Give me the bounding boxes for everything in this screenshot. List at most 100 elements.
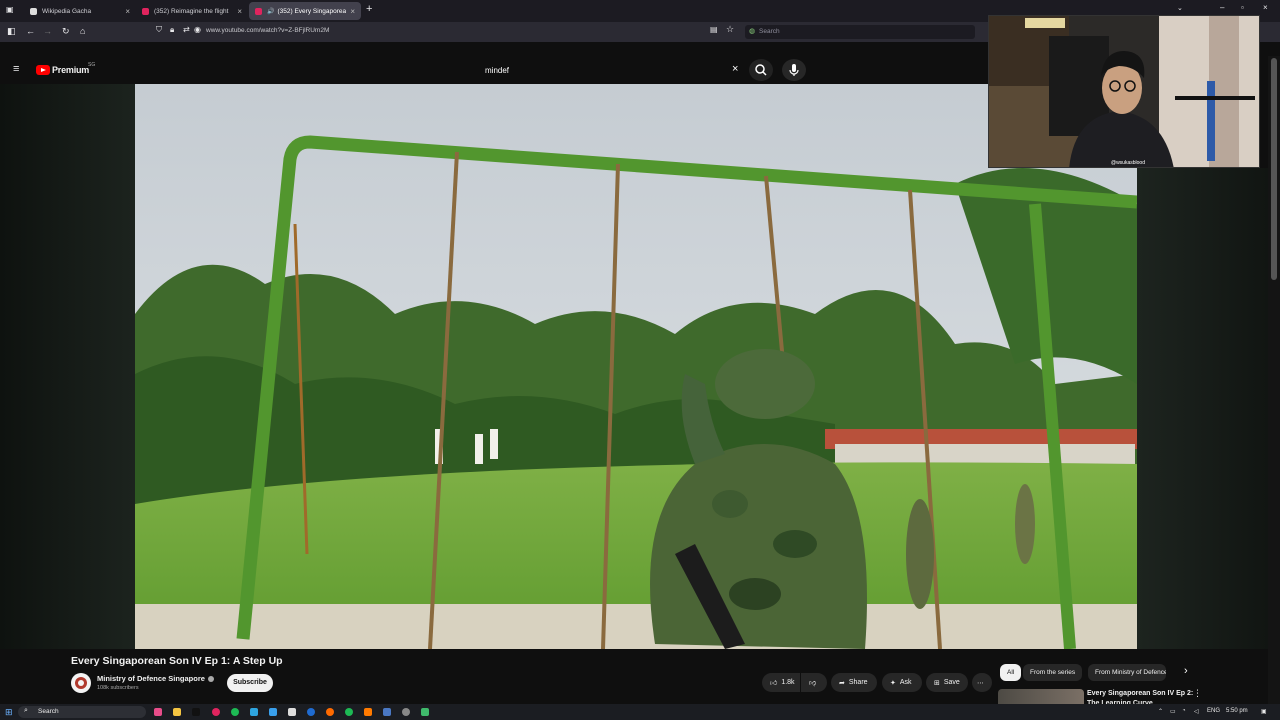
file-explorer-icon[interactable] <box>173 708 181 716</box>
youtube-favicon-icon <box>255 7 262 15</box>
subscriber-count: 108k subscribers <box>97 685 139 691</box>
youtube-logo-icon[interactable] <box>36 65 50 75</box>
close-tab-icon[interactable]: × <box>350 7 355 16</box>
wikipedia-favicon-icon <box>30 7 37 15</box>
youtube-favicon-icon <box>142 7 149 15</box>
volume-icon[interactable]: ◁ <box>1194 708 1199 715</box>
video-title: Every Singaporean Son IV Ep 1: A Step Up <box>71 655 283 667</box>
telegram-icon[interactable] <box>269 708 277 716</box>
microphone-icon <box>789 64 799 76</box>
save-button[interactable]: ⊞ Save <box>926 673 968 692</box>
premium-logo-text[interactable]: Premium <box>52 65 89 75</box>
voice-search-button[interactable] <box>782 59 806 81</box>
home-icon[interactable]: ⌂ <box>80 26 85 36</box>
taskbar-app-icon[interactable] <box>345 708 353 716</box>
thumbs-up-icon: 👍︎ <box>770 680 778 687</box>
reload-icon[interactable]: ↻ <box>62 26 70 37</box>
taskbar-app-icon[interactable] <box>402 708 410 716</box>
minimize-window-icon[interactable]: – <box>1220 3 1224 12</box>
close-tab-icon[interactable]: × <box>125 7 130 16</box>
reader-view-icon[interactable]: ▤ <box>710 25 718 34</box>
permissions-icon[interactable]: ⇄ <box>183 25 190 34</box>
taskbar-app-icon[interactable] <box>288 708 296 716</box>
close-tab-icon[interactable]: × <box>237 7 242 16</box>
search-engine-icon: ◍ <box>749 28 756 35</box>
close-window-icon[interactable]: × <box>1263 3 1268 12</box>
region-code: SG <box>88 62 96 68</box>
search-button[interactable] <box>749 59 773 81</box>
share-arrow-icon: ➦ <box>839 679 845 687</box>
spotify-icon[interactable] <box>231 708 239 716</box>
verified-badge-icon <box>207 676 214 683</box>
taskbar-app-icon[interactable] <box>364 708 372 716</box>
forward-icon[interactable]: → <box>43 26 52 36</box>
audio-playing-icon[interactable]: 🔊 <box>267 8 274 15</box>
recommended-title[interactable]: Every Singaporean Son IV Ep 2: <box>1087 690 1193 697</box>
bookmark-star-icon[interactable]: ☆ <box>726 24 734 35</box>
channel-avatar[interactable] <box>71 673 91 693</box>
sidebar-toggle-icon[interactable]: ◧ <box>7 26 16 37</box>
more-vertical-icon[interactable]: ⋮ <box>1193 688 1202 699</box>
thumbs-down-icon: 👎︎ <box>809 680 817 687</box>
tray-overflow-icon[interactable]: ⌃ <box>1158 708 1163 715</box>
webcam-handle: @wsukasblood <box>1111 160 1145 166</box>
share-button[interactable]: ➦ Share <box>831 673 877 692</box>
like-button[interactable]: 👍︎ 1.8k <box>762 673 800 692</box>
new-tab-icon[interactable]: + <box>366 3 372 15</box>
firefox-icon[interactable] <box>326 708 334 716</box>
clear-search-icon[interactable]: × <box>732 63 738 75</box>
back-icon[interactable]: ← <box>26 26 35 36</box>
tracking-shield-icon[interactable]: ⛉ <box>156 25 162 35</box>
taskbar-app-icon[interactable] <box>421 708 429 716</box>
media-icon[interactable]: ◉ <box>194 25 201 34</box>
taskbar-app-icon[interactable] <box>250 708 258 716</box>
url-text[interactable]: www.youtube.com/watch?v=Z-BFjlRUm2M <box>206 27 329 34</box>
tray-network-icon[interactable]: ▭ <box>1170 708 1176 715</box>
tab-overview-icon[interactable]: ▣ <box>6 5 14 14</box>
url-bar[interactable]: ⛉ 🔒︎ ⇄ ◉ www.youtube.com/watch?v=Z-BFjlR… <box>150 24 750 40</box>
youtube-search-input[interactable]: mindef × <box>478 58 748 82</box>
search-icon <box>755 64 767 76</box>
windows-taskbar: ⊞ ⌕ Search ⌃ ▭ ◔ ◁ ENG 5:50 pm ▣ <box>0 704 1280 720</box>
taskbar-search[interactable]: ⌕ Search <box>18 706 146 718</box>
language-indicator[interactable]: ENG <box>1207 708 1220 714</box>
lock-icon[interactable]: 🔒︎ <box>170 25 174 35</box>
sparkle-icon: ✦ <box>890 679 896 687</box>
video-player[interactable] <box>135 84 1137 649</box>
notification-icon[interactable]: ▣ <box>1261 708 1267 715</box>
wifi-icon[interactable]: ◔ <box>1182 708 1186 714</box>
chip-all[interactable]: All <box>1000 664 1022 681</box>
windows-start-icon[interactable]: ⊞ <box>5 707 13 718</box>
video-frame <box>135 84 1137 649</box>
mindef-crest-icon <box>75 677 87 689</box>
taskbar-app-icon[interactable] <box>307 708 315 716</box>
chevron-right-icon[interactable]: › <box>1184 665 1188 677</box>
taskbar-app-icon[interactable] <box>212 708 220 716</box>
chip-from-channel[interactable]: From Ministry of Defence <box>1088 664 1166 681</box>
taskbar-app-icon[interactable] <box>154 708 162 716</box>
tab-reimagine-flight[interactable]: (352) Reimagine the flight × <box>136 2 248 20</box>
ask-button[interactable]: ✦ Ask <box>882 673 922 692</box>
tab-wikipedia-gacha[interactable]: Wikipedia Gacha × <box>24 2 136 20</box>
maximize-window-icon[interactable]: ▫ <box>1241 3 1244 12</box>
chip-from-series[interactable]: From the series <box>1023 664 1083 681</box>
webcam-overlay: @wsukasblood <box>988 15 1260 168</box>
menu-hamburger-icon[interactable]: ≡ <box>13 63 19 75</box>
taskbar-app-icon[interactable] <box>383 708 391 716</box>
taskbar-app-icon[interactable] <box>192 708 200 716</box>
subscribe-button[interactable]: Subscribe <box>227 674 273 692</box>
search-icon: ⌕ <box>24 707 28 714</box>
tab-every-singaporean-son[interactable]: 🔊 (352) Every Singaporean So × <box>249 2 361 20</box>
browser-search-box[interactable]: ◍ Search <box>745 25 975 39</box>
more-horizontal-icon: ⋯ <box>977 679 984 687</box>
channel-name[interactable]: Ministry of Defence Singapore <box>97 674 214 683</box>
list-all-tabs-icon[interactable]: ⌄ <box>1177 4 1183 12</box>
dislike-button[interactable]: 👎︎ <box>801 673 827 692</box>
ambient-right <box>1137 168 1268 649</box>
webcam-feed <box>989 16 1259 167</box>
page-scrollbar-thumb[interactable] <box>1271 58 1277 280</box>
clock[interactable]: 5:50 pm <box>1226 708 1248 714</box>
ambient-left <box>0 84 135 649</box>
save-playlist-icon: ⊞ <box>934 679 940 687</box>
more-actions-button[interactable]: ⋯ <box>972 673 992 692</box>
